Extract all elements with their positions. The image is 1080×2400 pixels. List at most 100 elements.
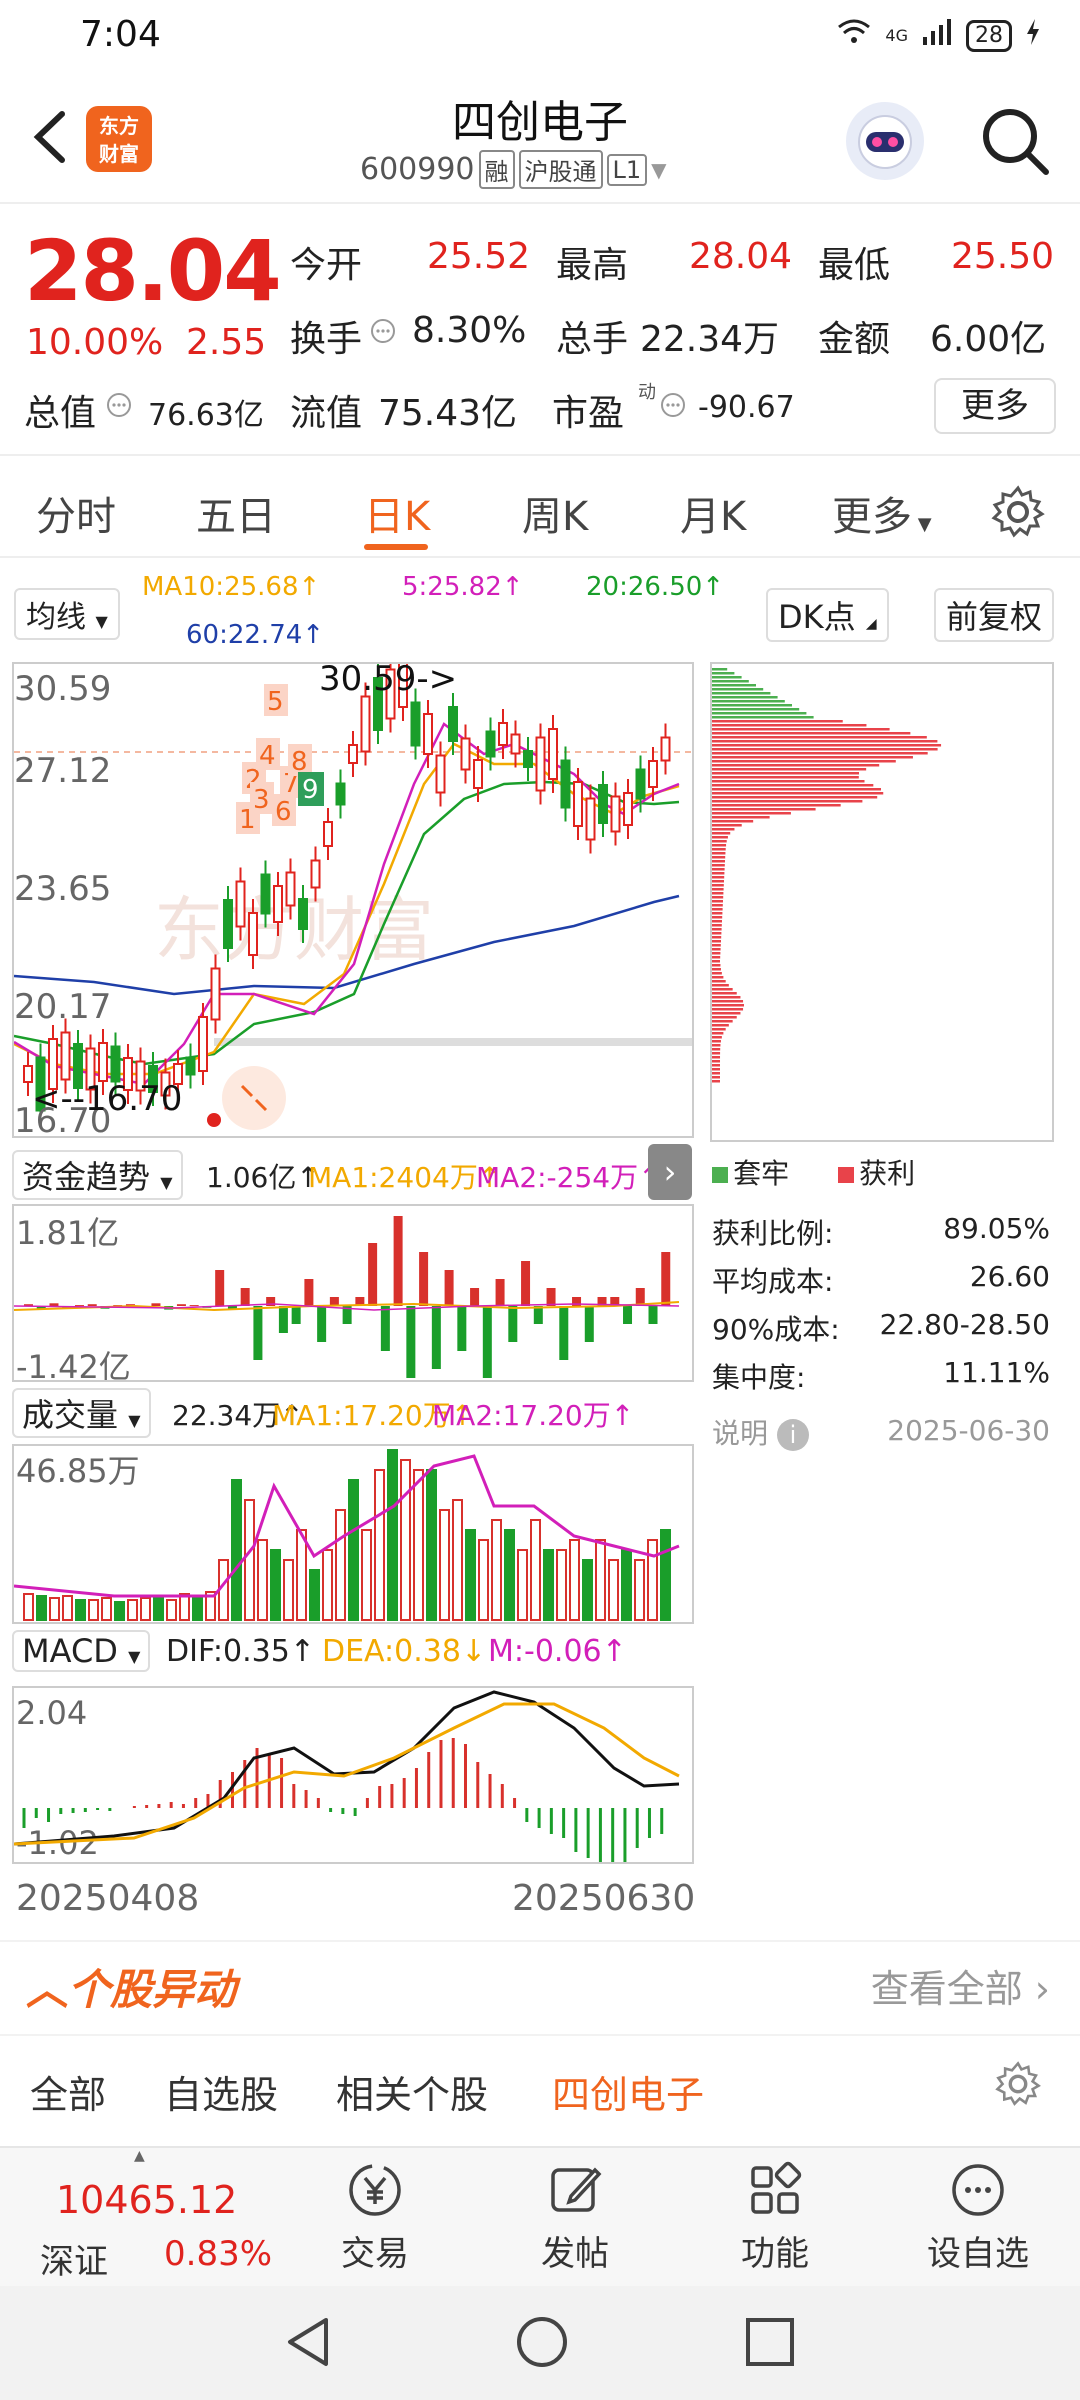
fund-bar (661, 1252, 671, 1306)
macd-indicator-label: MACD (22, 1632, 118, 1670)
chip-bar (712, 680, 749, 683)
post-button[interactable]: 发帖 (530, 2158, 620, 2275)
trade-button[interactable]: 交易 (330, 2158, 420, 2275)
volume-bar (166, 1599, 177, 1621)
macd-chart[interactable]: 2.04 -1.02 (12, 1686, 694, 1868)
volume-chart[interactable]: 46.85万 (12, 1444, 694, 1624)
chip-bar (712, 816, 770, 819)
candle-body (585, 797, 596, 841)
chip-bar (712, 920, 722, 923)
volume-indicator-select[interactable]: 成交量 ▼ (12, 1388, 151, 1438)
info-icon[interactable] (660, 392, 686, 422)
tab-more[interactable]: 更多 ▼ (832, 484, 932, 542)
tab-weekly-k[interactable]: 周K (522, 484, 588, 542)
add-watchlist-label: 设自选 (927, 2234, 1029, 2274)
price-adjust-button[interactable]: 前复权 (934, 588, 1055, 642)
filter-all[interactable]: 全部 (30, 2064, 106, 2119)
stock-subtitle[interactable]: 600990 融 沪股通 L1 ▼ (360, 150, 667, 189)
tab-more-label: 更多 (832, 494, 912, 540)
volume-bar (426, 1469, 437, 1621)
info-icon[interactable] (106, 392, 132, 422)
volume-svg: 46.85万 (13, 1449, 680, 1621)
volume-bar (322, 1549, 333, 1621)
fund-bar (648, 1306, 658, 1324)
signal-5: 5 (267, 687, 284, 717)
chip-bar (712, 1068, 721, 1071)
tab-intraday[interactable]: 分时 (36, 484, 116, 542)
candle-body (485, 730, 496, 758)
tab-five-day[interactable]: 五日 (196, 484, 276, 542)
chip-bar (712, 856, 726, 859)
more-quote-button[interactable]: 更多 (934, 378, 1056, 434)
chip-bar (712, 1008, 744, 1011)
fund-bar (215, 1270, 225, 1306)
chip-bar (712, 684, 756, 687)
info-icon[interactable] (370, 318, 396, 348)
dk-point-button[interactable]: DK点 ◢ (766, 588, 889, 642)
chip-row-label: 90%成本: (712, 1313, 840, 1346)
volume-bar (179, 1593, 190, 1621)
chip-row-value: 26.60 (969, 1260, 1050, 1293)
nav-recents-icon[interactable] (744, 2316, 796, 2372)
chip-bar (712, 1032, 724, 1035)
chip-bar (712, 844, 727, 847)
date-end: 20250630 (512, 1878, 696, 1919)
tab-daily-k[interactable]: 日K (364, 484, 430, 542)
open-label: 今开 (290, 245, 363, 286)
chip-bar (712, 908, 723, 911)
chip-bar (712, 876, 725, 879)
candle-body (498, 722, 508, 746)
fund-bar (431, 1306, 441, 1369)
chip-distribution-chart[interactable] (710, 662, 1054, 1142)
turnover-label: 换手 (290, 319, 363, 360)
settings-gear-icon[interactable] (990, 484, 1046, 544)
volume-label: 总手 (556, 319, 629, 360)
chip-bar (712, 760, 896, 763)
candle-body (648, 760, 658, 788)
fund-trend-chart[interactable]: 1.81亿 -1.42亿 (12, 1204, 694, 1386)
chip-bar (712, 688, 764, 691)
volume-bar (361, 1529, 372, 1621)
low-label: 最低 (818, 245, 891, 286)
chip-bar (712, 864, 725, 867)
volume-bar (36, 1595, 47, 1621)
macd-indicator-select[interactable]: MACD ▼ (12, 1630, 151, 1672)
fund-bar (189, 1305, 199, 1307)
collapse-arrow-button[interactable]: › (648, 1144, 692, 1200)
index-value[interactable]: 10465.12 (56, 2178, 237, 2222)
filter-related[interactable]: 相关个股 (336, 2064, 488, 2119)
chip-bar (712, 828, 735, 831)
search-button[interactable] (976, 102, 1054, 180)
view-all-link[interactable]: 查看全部 › (871, 1958, 1050, 2013)
fund-value: 1.06亿↑ (206, 1161, 320, 1194)
change-abs: 2.55 (186, 322, 267, 363)
chip-bar (712, 744, 942, 747)
expand-icon[interactable] (222, 1066, 286, 1130)
pe-value: -90.67 (698, 390, 795, 425)
candle-body (323, 821, 333, 847)
info-icon: i (776, 1419, 809, 1451)
volume-bar (452, 1499, 463, 1621)
nav-back-icon[interactable] (282, 2314, 334, 2374)
nav-home-icon[interactable] (514, 2314, 570, 2374)
kline-svg: 东方财富 1 2 3 4 5 6 7 8 9 30.59 27.12 23.65… (13, 647, 692, 1141)
fund-bar (291, 1306, 301, 1324)
assistant-robot-icon[interactable] (846, 102, 924, 180)
chip-row-value: 11.11% (943, 1356, 1050, 1389)
change-pct: 10.00% (26, 322, 164, 363)
tab-monthly-k[interactable]: 月K (680, 484, 746, 542)
indicator-select[interactable]: 均线 ▼ (14, 588, 120, 640)
features-button[interactable]: 功能 (730, 2158, 820, 2275)
kline-chart[interactable]: 东方财富 1 2 3 4 5 6 7 8 9 30.59 27.12 23.65… (12, 647, 694, 1141)
filter-this-stock[interactable]: 四创电子 (552, 2064, 704, 2119)
volume-bar (478, 1539, 489, 1621)
add-watchlist-button[interactable]: 设自选 (918, 2158, 1038, 2275)
fund-indicator-select[interactable]: 资金趋势 ▼ (12, 1150, 183, 1200)
filter-watchlist[interactable]: 自选股 (164, 2064, 278, 2119)
chip-bar (712, 756, 913, 759)
chip-note[interactable]: 说明 i (712, 1412, 809, 1452)
movement-settings-icon[interactable] (994, 2060, 1042, 2112)
fund-bar (49, 1303, 59, 1306)
fund-bar (559, 1306, 569, 1360)
candle-body (335, 782, 346, 806)
